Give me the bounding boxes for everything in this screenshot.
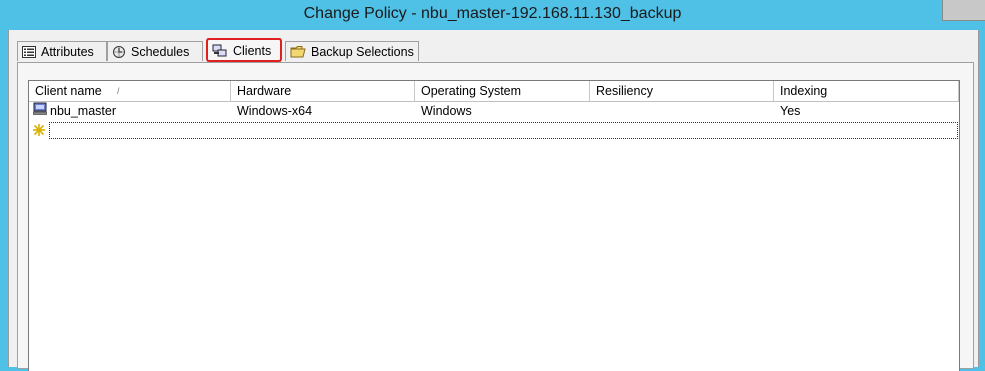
title-bar: Change Policy - nbu_master-192.168.11.13… — [0, 0, 985, 30]
new-entry-star-icon — [32, 123, 46, 140]
cell-resiliency — [590, 102, 774, 121]
tab-schedules-label: Schedules — [131, 44, 190, 59]
column-header-indexing[interactable]: Indexing — [774, 81, 959, 101]
clients-list-header: Client name / Hardware Operating System … — [29, 81, 959, 102]
cell-indexing: Yes — [780, 104, 801, 118]
tab-backup-selections-label: Backup Selections — [311, 44, 414, 59]
table-row[interactable]: nbu_master Windows-x64 Windows Yes — [29, 102, 959, 121]
tab-clients-label: Clients — [233, 43, 272, 58]
schedule-icon — [112, 45, 126, 59]
tab-attributes-label: Attributes — [41, 44, 94, 59]
cell-hardware: Windows-x64 — [237, 104, 313, 118]
new-entry-row[interactable] — [29, 121, 959, 140]
cell-client-name: nbu_master — [29, 102, 231, 121]
dialog-body: Attributes Schedules Clients Backup Sele… — [8, 30, 979, 371]
list-icon — [22, 45, 36, 58]
close-button[interactable] — [942, 0, 985, 21]
clients-icon — [212, 44, 228, 58]
clients-tab-panel: Client name / Hardware Operating System … — [17, 62, 974, 371]
cell-operating-system: Windows — [421, 104, 472, 118]
tab-clients[interactable]: Clients — [207, 38, 281, 62]
tab-schedules[interactable]: Schedules — [107, 41, 203, 61]
sort-indicator-icon: / — [117, 86, 120, 96]
column-header-hardware[interactable]: Hardware — [231, 81, 415, 101]
column-header-resiliency[interactable]: Resiliency — [590, 81, 774, 101]
computer-icon — [32, 102, 48, 121]
folder-icon — [290, 45, 306, 58]
tab-attributes[interactable]: Attributes — [17, 41, 107, 61]
tab-backup-selections[interactable]: Backup Selections — [285, 41, 419, 61]
new-client-entry-field[interactable] — [49, 122, 958, 139]
column-header-operating-system[interactable]: Operating System — [415, 81, 590, 101]
column-header-client-name[interactable]: Client name / — [29, 81, 231, 101]
window-title: Change Policy - nbu_master-192.168.11.13… — [303, 5, 682, 22]
clients-list[interactable]: Client name / Hardware Operating System … — [28, 80, 960, 371]
